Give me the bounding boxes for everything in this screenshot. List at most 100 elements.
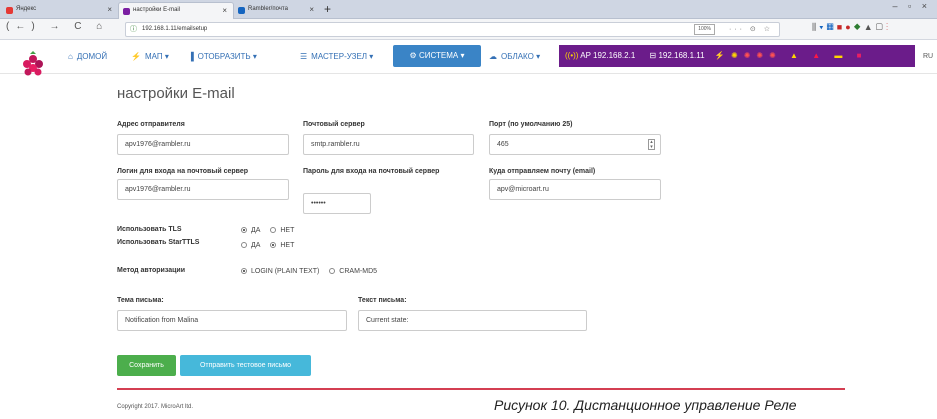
starttls-yes-option[interactable]: ДА <box>241 242 260 249</box>
nav-home-label: ДОМОЙ <box>76 52 108 61</box>
yandex-favicon-icon <box>6 7 13 14</box>
status-bar: ((•)) AP 192.168.2.1 ⊟ 192.168.1.11 ⚡ ✺✺… <box>559 45 915 67</box>
nav-cloud[interactable]: ☁ ОБЛАКО ▾ <box>489 50 540 63</box>
new-tab-button[interactable]: + <box>324 0 331 18</box>
window-controls[interactable]: – ▫ × <box>893 1 931 11</box>
starttls-label: Использовать StarTTLS <box>117 239 200 246</box>
port-stepper[interactable]: ▴ ▾ <box>648 139 655 150</box>
divider <box>117 388 845 390</box>
bolt-icon: ⚡ <box>714 51 725 60</box>
tab-label: Яндекс <box>16 6 37 12</box>
radio-icon[interactable] <box>329 268 336 274</box>
password-label: Пароль для входа на почтовый сервер <box>303 168 440 175</box>
to-email-input[interactable]: apv@microart.ru <box>489 179 661 200</box>
starttls-no-option[interactable]: НЕТ <box>270 242 294 249</box>
auth-cram-label: CRAM-MD5 <box>339 268 378 275</box>
tls-label: Использовать TLS <box>117 226 182 233</box>
nav-home[interactable]: ⌂ ДОМОЙ <box>68 50 107 63</box>
radio-selected-icon[interactable] <box>241 227 247 233</box>
zoom-level[interactable]: 100% <box>694 24 715 35</box>
port-input[interactable]: 465 ▴ ▾ <box>489 134 661 155</box>
raspberry-logo-icon <box>23 51 43 76</box>
sender-input[interactable]: apv1976@rambler.ru <box>117 134 289 155</box>
browser-address-bar: (←) → C ⌂ ⓘ 192.168.1.11/emailsetup 100%… <box>0 19 937 40</box>
body-label: Текст письма: <box>358 297 407 304</box>
radio-icon[interactable] <box>270 227 277 233</box>
nav-display-label: ОТОБРАЗИТЬ ▾ <box>197 52 257 61</box>
url-input[interactable]: ⓘ 192.168.1.11/emailsetup 100% ··· ⊙ ☆ <box>125 22 780 37</box>
nav-map-label: МАП ▾ <box>144 52 169 61</box>
login-label: Логин для входа на почтовый сервер <box>117 168 249 175</box>
extension-icon[interactable]: ▦ <box>827 22 837 32</box>
close-tab-icon[interactable]: × <box>309 2 314 17</box>
browser-tab-email-settings[interactable]: настройки E-mail × <box>118 2 234 19</box>
menu-icon[interactable]: ⋮ <box>886 22 891 32</box>
nav-cloud-label: ОБЛАКО ▾ <box>501 52 541 61</box>
url-actions[interactable]: ··· ⊙ ☆ <box>729 23 773 36</box>
auth-login-option[interactable]: LOGIN (PLAIN TEXT) <box>241 268 319 275</box>
status-ap: AP 192.168.2.1 <box>580 51 636 60</box>
browser-tab-yandex[interactable]: Яндекс × <box>2 2 118 19</box>
browser-tab-rambler[interactable]: Rambler/почта × <box>234 2 320 19</box>
extension-icon[interactable]: ▢ <box>876 22 886 32</box>
tls-radio-group: ДА НЕТ <box>241 225 302 236</box>
extension-icon[interactable]: ● <box>845 22 853 32</box>
radio-selected-icon[interactable] <box>270 242 277 248</box>
radio-selected-icon[interactable] <box>241 268 247 274</box>
bar-chart-icon: ▐ <box>188 52 194 61</box>
cloud-icon: ☁ <box>489 52 497 61</box>
tls-yes-label: ДА <box>251 227 261 234</box>
starttls-radio-group: ДА НЕТ <box>241 240 302 251</box>
browser-toolbar-icons: ⫼▾▦■●◆▲▢⋮ <box>812 22 891 33</box>
list-icon: ☰ <box>300 52 308 61</box>
subject-label: Тема письма: <box>117 297 164 304</box>
starttls-no-label: НЕТ <box>280 242 295 249</box>
nav-master-label: МАСТЕР-УЗЕЛ ▾ <box>311 52 374 61</box>
nav-system-label: СИСТЕМА ▾ <box>418 51 465 60</box>
port-label: Порт (по умолчанию 25) <box>489 121 573 128</box>
server-input[interactable]: smtp.rambler.ru <box>303 134 474 155</box>
sender-label: Адрес отправителя <box>117 121 185 128</box>
login-input[interactable]: apv1976@rambler.ru <box>117 179 289 200</box>
browser-tab-strip: Яндекс × настройки E-mail × Rambler/почт… <box>0 0 937 19</box>
home-icon: ⌂ <box>68 52 73 61</box>
bolt-icon: ⚡ <box>131 52 141 61</box>
rambler-favicon-icon <box>238 7 245 14</box>
nav-master-node[interactable]: ☰ МАСТЕР-УЗЕЛ ▾ <box>300 50 373 63</box>
tls-yes-option[interactable]: ДА <box>241 227 260 234</box>
save-button[interactable]: Сохранить <box>117 355 176 376</box>
extension-icon[interactable]: ◆ <box>854 22 864 32</box>
body-input[interactable]: Current state: <box>358 310 587 331</box>
starttls-yes-label: ДА <box>251 242 261 249</box>
copyright: Copyright 2017. MicroArt ltd. <box>117 404 194 410</box>
nav-map[interactable]: ⚡ МАП ▾ <box>131 50 169 63</box>
status-indicators: ✺✺✺✺ ▲ ▲ ▬ ■ <box>731 51 868 60</box>
browser-nav-buttons[interactable]: (←) → C ⌂ <box>6 21 108 32</box>
extension-icon[interactable]: ▲ <box>864 22 876 32</box>
password-input[interactable]: •••••• <box>303 193 371 214</box>
radio-icon[interactable] <box>241 242 247 248</box>
wifi-icon: ((•)) <box>565 51 581 60</box>
close-tab-icon[interactable]: × <box>222 3 227 18</box>
to-email-label: Куда отправляем почту (email) <box>489 168 596 175</box>
auth-login-label: LOGIN (PLAIN TEXT) <box>251 268 320 275</box>
cart-icon[interactable]: ▾ <box>819 22 826 32</box>
close-tab-icon[interactable]: × <box>107 2 112 17</box>
raspberry-favicon-icon <box>123 8 130 15</box>
auth-radio-group: LOGIN (PLAIN TEXT) CRAM-MD5 <box>241 266 385 277</box>
subject-input[interactable]: Notification from Malina <box>117 310 347 331</box>
nav-system[interactable]: ⚙ СИСТЕМА ▾ <box>393 45 481 67</box>
tls-no-label: НЕТ <box>280 227 295 234</box>
url-text: 192.168.1.11/emailsetup <box>142 26 208 32</box>
gear-icon: ⚙ <box>409 51 419 60</box>
auth-cram-option[interactable]: CRAM-MD5 <box>329 268 377 275</box>
send-test-email-button[interactable]: Отправить тестовое письмо <box>180 355 311 376</box>
extension-icon[interactable]: ■ <box>837 22 845 32</box>
language-selector[interactable]: RU <box>923 53 933 60</box>
page-title: настройки E-mail <box>117 85 235 102</box>
nav-display[interactable]: ▐ ОТОБРАЗИТЬ ▾ <box>188 50 257 63</box>
tab-label: настройки E-mail <box>133 7 181 13</box>
tls-no-option[interactable]: НЕТ <box>270 227 294 234</box>
figure-caption: Рисунок 10. Дистанционное управление Рел… <box>494 397 797 413</box>
info-icon: ⓘ <box>130 26 137 33</box>
